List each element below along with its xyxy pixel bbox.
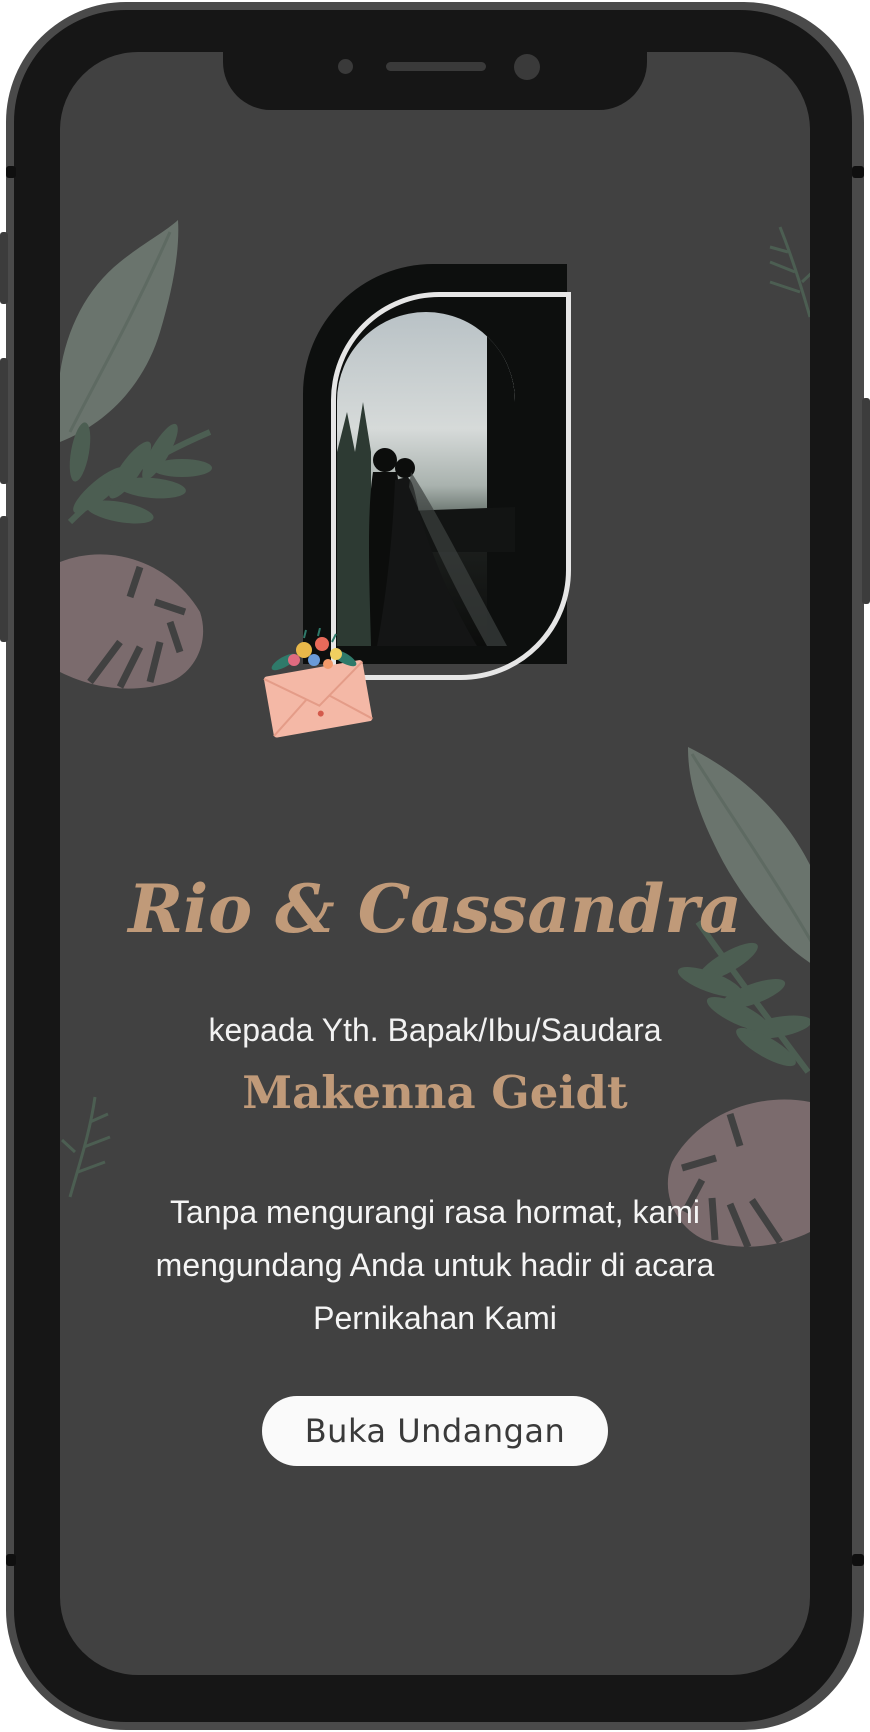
antenna-band-right-top xyxy=(852,166,864,178)
volume-down-button xyxy=(0,516,8,642)
invitation-message: Tanpa mengurangi rasa hormat, kami mengu… xyxy=(155,1194,715,1336)
proximity-sensor xyxy=(338,59,353,74)
guest-name: Makenna Geidt xyxy=(242,1066,628,1119)
antenna-band-left-top xyxy=(6,166,16,178)
envelope-with-flowers-icon xyxy=(263,628,373,738)
couple-names-title: Rio & Cassandra xyxy=(128,870,742,948)
app-screen: Rio & Cassandra kepada Yth. Bapak/Ibu/Sa… xyxy=(60,52,810,1675)
speaker-grille xyxy=(386,62,486,71)
front-camera xyxy=(514,54,540,80)
power-button xyxy=(862,398,870,604)
antenna-band-left-bottom xyxy=(6,1554,16,1566)
mute-switch xyxy=(0,232,8,304)
notch xyxy=(223,52,647,110)
photo-outline xyxy=(331,292,571,680)
couple-photo xyxy=(303,264,575,684)
antenna-band-right-bottom xyxy=(852,1554,864,1566)
fern-icon xyxy=(67,422,212,525)
monstera-leaf-icon xyxy=(60,554,204,689)
fern-icon xyxy=(769,226,810,318)
volume-up-button xyxy=(0,358,8,484)
open-invitation-button[interactable]: Buka Undangan xyxy=(262,1396,608,1466)
greeting-text: kepada Yth. Bapak/Ibu/Saudara xyxy=(208,1012,662,1048)
